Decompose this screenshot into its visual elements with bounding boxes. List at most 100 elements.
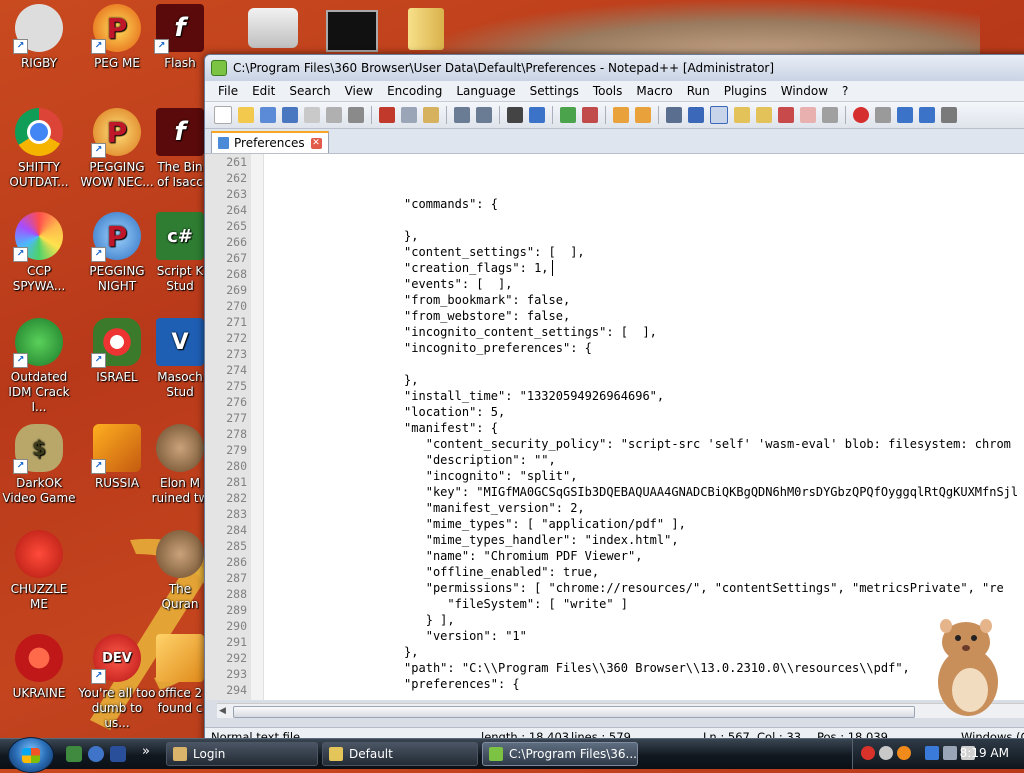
desktop-icon-chuzzle[interactable]: CHUZZLE ME (0, 530, 78, 612)
open-file-icon[interactable] (238, 107, 254, 123)
code-line[interactable]: "version": "1" (274, 628, 1024, 644)
taskbar-button-login[interactable]: Login (166, 742, 318, 766)
menu-settings[interactable]: Settings (523, 84, 586, 98)
cmd-icon[interactable] (326, 10, 378, 52)
code-line[interactable]: "preferences": { (274, 676, 1024, 692)
code-line[interactable]: "manifest": { (274, 420, 1024, 436)
code-line[interactable]: }, (274, 228, 1024, 244)
play-macro-icon[interactable] (897, 107, 913, 123)
menu-language[interactable]: Language (449, 84, 522, 98)
more-chevron-icon[interactable]: » (142, 744, 150, 759)
desktop-icon-flash[interactable]: f ↗ Flash (150, 4, 210, 71)
folder-workspace-icon[interactable] (778, 107, 794, 123)
desktop-icon-script-k[interactable]: c# Script K Stud (150, 212, 210, 294)
code-line[interactable]: "from_bookmark": false, (274, 292, 1024, 308)
close-tab-icon[interactable]: ✕ (310, 137, 322, 149)
desktop-icon-outdated-idm[interactable]: ↗ Outdated IDM Crack I... (0, 318, 78, 415)
code-line[interactable]: } ], (274, 612, 1024, 628)
desktop-icon-pegging-wow[interactable]: P ↗ PEGGING WOW NEC... (78, 108, 156, 190)
taskbar-button-notepadpp[interactable]: C:\Program Files\36... (482, 742, 638, 766)
desktop-icon-ccp-spywa[interactable]: ↗ CCP SPYWA... (0, 212, 78, 294)
eye-icon[interactable] (822, 107, 838, 123)
code-line[interactable]: "fileSystem": [ "write" ] (274, 596, 1024, 612)
code-line[interactable]: "incognito_preferences": { (274, 340, 1024, 356)
zoom-in-icon[interactable] (560, 107, 576, 123)
undo-icon[interactable] (454, 107, 470, 123)
code-line[interactable]: }, (274, 372, 1024, 388)
word-wrap-icon[interactable] (666, 107, 682, 123)
code-line[interactable]: "mime_types_handler": "index.html", (274, 532, 1024, 548)
copy-icon[interactable] (401, 107, 417, 123)
desktop-icon-elon[interactable]: Elon M ruined tw (150, 424, 210, 506)
stop-macro-icon[interactable] (875, 107, 891, 123)
window-titlebar[interactable]: C:\Program Files\360 Browser\User Data\D… (205, 55, 1024, 81)
code-line[interactable]: }, (274, 644, 1024, 660)
tray-device-icon[interactable] (943, 746, 957, 760)
winrar-icon[interactable] (408, 8, 444, 50)
save-macro-icon[interactable] (941, 107, 957, 123)
horizontal-scrollbar[interactable]: ◀ (217, 703, 1024, 718)
taskbar-button-default[interactable]: Default (322, 742, 478, 766)
code-line[interactable]: "description": "", (274, 452, 1024, 468)
desktop-icon-masoch[interactable]: V Masoch Stud (150, 318, 210, 400)
redo-icon[interactable] (476, 107, 492, 123)
desktop-icon-office[interactable]: office 2 found c (150, 634, 210, 716)
clock[interactable]: 8:19 AM (960, 746, 1009, 760)
code-line[interactable]: "name": "Chromium PDF Viewer", (274, 548, 1024, 564)
menu-file[interactable]: File (211, 84, 245, 98)
close-all-icon[interactable] (326, 107, 342, 123)
show-all-chars-icon[interactable] (688, 107, 704, 123)
code-line[interactable]: "incognito": "split", (274, 468, 1024, 484)
tab-preferences[interactable]: Preferences ✕ (211, 131, 329, 153)
replace-icon[interactable] (529, 107, 545, 123)
save-icon[interactable] (260, 107, 276, 123)
desktop-icon-ukraine[interactable]: UKRAINE (0, 634, 78, 701)
desktop-icon-israel[interactable]: ↗ ISRAEL (78, 318, 156, 385)
code-line[interactable]: "mime_types": [ "application/pdf" ], (274, 516, 1024, 532)
paste-icon[interactable] (423, 107, 439, 123)
menu-window[interactable]: Window (774, 84, 835, 98)
network-icon[interactable] (925, 746, 939, 760)
code-line[interactable]: "commands": { (274, 196, 1024, 212)
menu-search[interactable]: Search (282, 84, 337, 98)
code-line[interactable]: "offline_enabled": true, (274, 564, 1024, 580)
menu-help[interactable]: ? (835, 84, 855, 98)
quick-launch-icon[interactable] (66, 746, 82, 762)
fold-margin[interactable] (251, 154, 264, 700)
desktop-icon-peg-me[interactable]: P ↗ PEG ME (78, 4, 156, 71)
run-macro-multiple-icon[interactable] (919, 107, 935, 123)
sync-horizontal-icon[interactable] (635, 107, 651, 123)
desktop-icon-pegging-night[interactable]: P ↗ PEGGING NIGHT (78, 212, 156, 294)
find-icon[interactable] (507, 107, 523, 123)
tray-app-icon[interactable] (879, 746, 893, 760)
code-line[interactable]: "path": "C:\\Program Files\\360 Browser\… (274, 660, 1024, 676)
code-line[interactable]: "permissions": [ "chrome://resources/", … (274, 580, 1024, 596)
code-text[interactable]: "commands": { }, "content_settings": [ ]… (264, 154, 1024, 700)
menu-macro[interactable]: Macro (629, 84, 679, 98)
scroll-left-icon[interactable]: ◀ (219, 706, 226, 716)
menu-edit[interactable]: Edit (245, 84, 282, 98)
code-line[interactable]: "from_webstore": false, (274, 308, 1024, 324)
notepadpp-window[interactable]: C:\Program Files\360 Browser\User Data\D… (204, 54, 1024, 746)
code-line[interactable] (274, 692, 1024, 700)
desktop-icon-rigby[interactable]: ↗ RIGBY (0, 4, 78, 71)
scrollbar-thumb[interactable] (233, 706, 915, 718)
desktop-icon-russia[interactable]: ↗ RUSSIA (78, 424, 156, 491)
desktop-icon-quran[interactable]: The Quran (150, 530, 210, 612)
monitoring-icon[interactable] (800, 107, 816, 123)
code-line[interactable]: "content_settings": [ ], (274, 244, 1024, 260)
save-all-icon[interactable] (282, 107, 298, 123)
desktop-icon-darkok[interactable]: $ ↗ DarkOK Video Game (0, 424, 78, 506)
code-line[interactable]: "content_security_policy": "script-src '… (274, 436, 1024, 452)
cut-icon[interactable] (379, 107, 395, 123)
hxd-icon[interactable] (248, 8, 298, 48)
code-line[interactable]: "install_time": "13320594926964696", (274, 388, 1024, 404)
security-alert-icon[interactable] (861, 746, 875, 760)
editor-area[interactable]: 261 262 263 264 265 266 267 268 269 270 271 272 273 2… (205, 153, 1024, 700)
code-line[interactable]: "location": 5, (274, 404, 1024, 420)
menu-view[interactable]: View (338, 84, 380, 98)
desktop-icon-shitty-outdat[interactable]: SHITTY OUTDAT... (0, 108, 78, 190)
code-line[interactable]: "events": [ ], (274, 276, 1024, 292)
code-line[interactable]: "incognito_content_settings": [ ], (274, 324, 1024, 340)
function-list-icon[interactable] (756, 107, 772, 123)
